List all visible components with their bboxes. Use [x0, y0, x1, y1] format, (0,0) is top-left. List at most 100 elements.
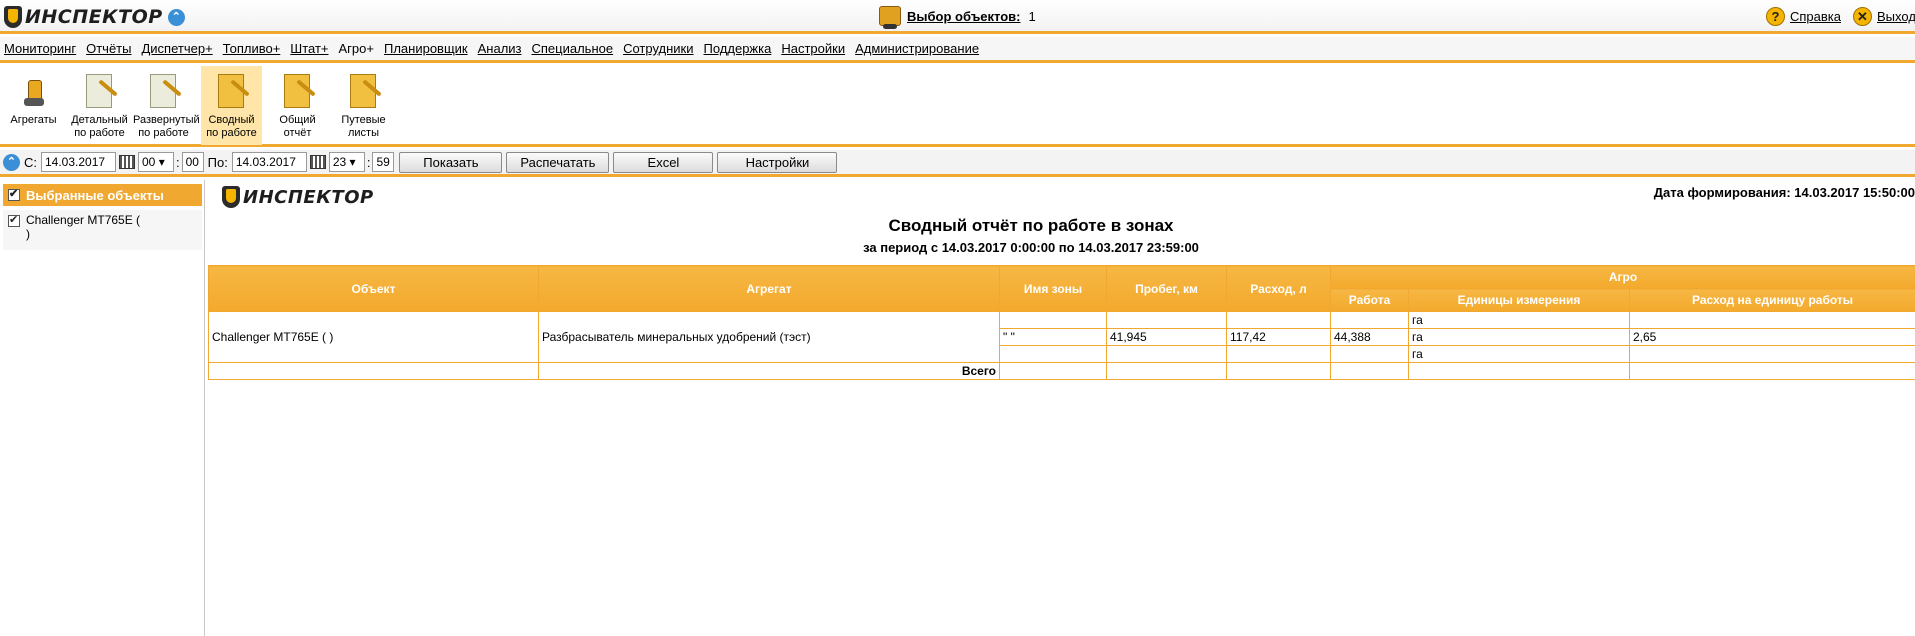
report-period: за период с 14.03.2017 0:00:00 по 14.03.…: [863, 240, 1199, 255]
close-icon: ✕: [1853, 7, 1872, 26]
menu-settings[interactable]: Настройки: [781, 41, 845, 56]
settings-button[interactable]: Настройки: [717, 151, 838, 173]
aggregate-icon: [17, 72, 51, 110]
tool-expanded-label-2: по работе: [138, 127, 189, 139]
cell-zone: " ": [999, 328, 1107, 346]
from-label: С:: [24, 154, 37, 170]
from-minute-input[interactable]: [181, 152, 204, 172]
print-button[interactable]: Распечатать: [506, 151, 610, 173]
menu-fuel[interactable]: Топливо+: [223, 41, 281, 56]
col-consumption: Расход, л: [1226, 265, 1331, 312]
total-label: Всего: [538, 362, 1000, 380]
cell-empty: [1330, 362, 1409, 380]
report-table: Объект Агрегат Имя зоны Пробег, км Расхо…: [208, 265, 1915, 380]
object-select-link[interactable]: Выбор объектов:: [907, 9, 1020, 24]
menu-planner[interactable]: Планировщик: [384, 41, 468, 56]
menu-agro[interactable]: Агро+: [339, 41, 374, 56]
tool-summary[interactable]: Сводный по работе: [201, 66, 262, 145]
report-generated-date: Дата формирования: 14.03.2017 15:50:00: [1653, 185, 1915, 200]
cell-per-unit: [1628, 345, 1915, 363]
collapse-header-button[interactable]: ⌃: [167, 8, 185, 26]
cell-zone: [999, 345, 1107, 363]
menu-dispatcher[interactable]: Диспетчер+: [141, 41, 212, 56]
collapse-toolbar-button[interactable]: ⌃: [3, 153, 20, 171]
to-hour-value: 23: [332, 155, 347, 169]
tool-general-label-2: отчёт: [283, 127, 312, 139]
shield-logo-icon: [4, 6, 22, 28]
report-logo-text: ИНСПЕКТОР: [243, 186, 374, 208]
cell-work: [1330, 311, 1409, 329]
exit-link[interactable]: ✕ Выход: [1853, 7, 1915, 26]
report-toolbar: Агрегаты Детальный по работе Развернутый…: [0, 66, 1915, 147]
menu-staff[interactable]: Штат+: [290, 41, 328, 56]
cell-units: га: [1408, 328, 1630, 346]
cell-per-unit: 2,65: [1628, 328, 1915, 346]
cell-mileage: [1106, 311, 1227, 329]
menu-employees[interactable]: Сотрудники: [623, 41, 693, 56]
col-aggregate: Агрегат: [538, 265, 1000, 312]
tool-detailed[interactable]: Детальный по работе: [69, 66, 130, 145]
to-minute-input[interactable]: [372, 152, 395, 172]
selected-objects-header[interactable]: Выбранные объекты: [3, 184, 202, 206]
cell-object: Challenger MT765E ( ): [208, 311, 539, 363]
col-mileage: Пробег, км: [1106, 265, 1227, 312]
object-list-item[interactable]: Challenger MT765E ( ): [3, 210, 202, 250]
calendar-icon[interactable]: [119, 155, 135, 169]
cell-empty: [999, 362, 1107, 380]
cell-consumption: 117,42: [1226, 328, 1331, 346]
col-object: Объект: [208, 265, 539, 312]
select-all-checkbox[interactable]: [8, 187, 20, 201]
col-work: Работа: [1330, 288, 1409, 312]
vehicle-icon: [879, 6, 901, 29]
show-button[interactable]: Показать: [399, 151, 503, 173]
tool-general[interactable]: Общий отчёт: [267, 66, 328, 145]
from-date-input[interactable]: [41, 152, 116, 172]
tool-expanded-label-1: Развернутый: [133, 114, 200, 126]
help-link[interactable]: ? Справка: [1766, 7, 1841, 26]
cell-mileage: 41,945: [1106, 328, 1227, 346]
object-name-line-2: ): [26, 227, 30, 241]
menu-special[interactable]: Специальное: [532, 41, 614, 56]
cell-work: [1330, 345, 1409, 363]
cell-empty: [208, 362, 539, 380]
report-logo: ИНСПЕКТОР: [222, 186, 374, 208]
total-row: Всего: [208, 362, 1915, 380]
menu-monitoring[interactable]: Мониторинг: [4, 41, 76, 56]
cell-empty: [1106, 362, 1227, 380]
to-date-input[interactable]: [231, 152, 307, 172]
from-hour-value: 00: [142, 155, 156, 169]
col-agro: Агро: [1329, 265, 1915, 289]
help-label[interactable]: Справка: [1790, 9, 1841, 24]
tool-expanded[interactable]: Развернутый по работе: [133, 66, 200, 145]
menu-administration[interactable]: Администрирование: [855, 41, 979, 56]
tool-aggregates[interactable]: Агрегаты: [3, 66, 64, 145]
cell-mileage: [1106, 345, 1227, 363]
excel-button[interactable]: Excel: [613, 151, 714, 173]
tool-general-label-1: Общий: [279, 114, 316, 126]
to-hour-select[interactable]: 23 ▾: [328, 152, 365, 172]
object-selection[interactable]: Выбор объектов: 1: [879, 6, 1036, 29]
cell-consumption: [1226, 311, 1331, 329]
tool-aggregates-label: Агрегаты: [10, 114, 57, 126]
menu-reports[interactable]: Отчёты: [86, 41, 131, 56]
calendar-icon[interactable]: [309, 155, 326, 169]
tool-waybills[interactable]: Путевые листы: [333, 66, 394, 145]
shield-logo-icon: [222, 186, 240, 208]
menu-analysis[interactable]: Анализ: [478, 41, 522, 56]
object-checkbox[interactable]: [8, 213, 20, 227]
from-hour-select[interactable]: 00 ▾: [138, 152, 174, 172]
cell-zone: [999, 311, 1107, 329]
cell-per-unit: [1628, 311, 1915, 329]
report-gold-icon: [281, 72, 316, 110]
cell-empty: [1628, 362, 1915, 380]
logo-text: ИНСПЕКТОР: [25, 6, 163, 28]
cell-work: 44,388: [1330, 328, 1409, 346]
table-row: Challenger MT765E ( ) Разбрасыватель мин…: [208, 311, 1915, 363]
exit-label[interactable]: Выход: [1877, 9, 1915, 24]
cell-empty: [1226, 362, 1331, 380]
cell-units: га: [1408, 311, 1630, 329]
top-header: ИНСПЕКТОР ⌃ Выбор объектов: 1 ? Справка …: [0, 0, 1915, 34]
menu-support[interactable]: Поддержка: [704, 41, 772, 56]
app-logo[interactable]: ИНСПЕКТОР ⌃: [4, 5, 185, 29]
tool-detailed-label-1: Детальный: [71, 114, 128, 126]
